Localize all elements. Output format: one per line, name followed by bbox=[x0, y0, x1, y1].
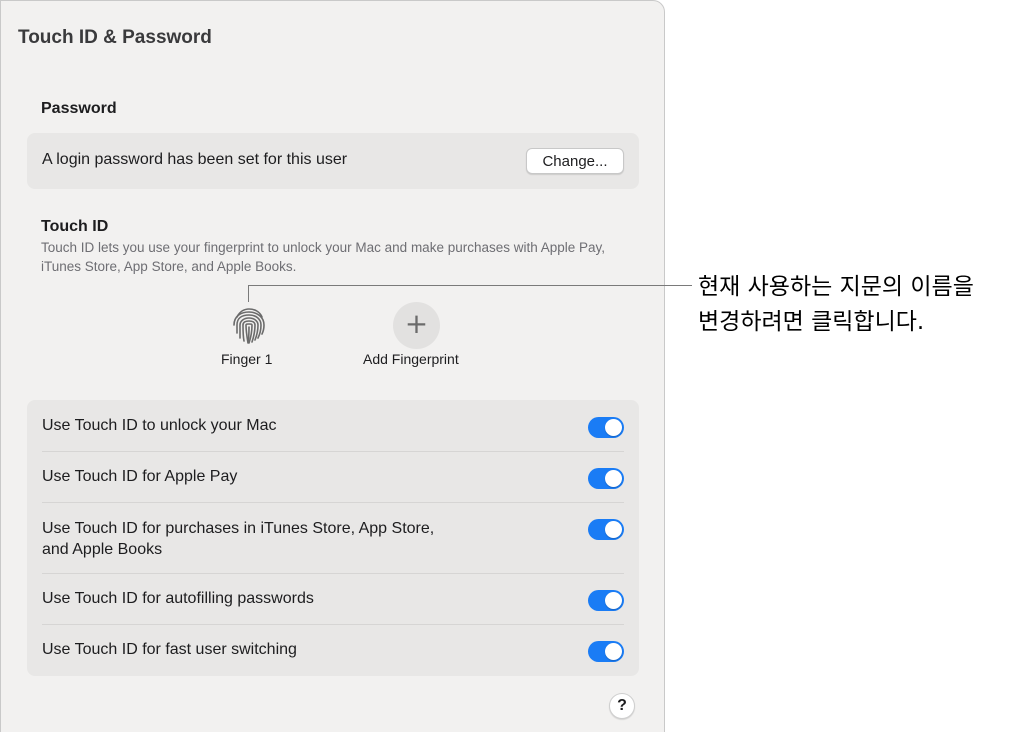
touch-id-heading: Touch ID bbox=[41, 218, 109, 235]
apple-pay-toggle[interactable] bbox=[588, 468, 624, 489]
option-row-unlock-mac: Use Touch ID to unlock your Mac bbox=[27, 400, 639, 451]
add-fingerprint-label[interactable]: Add Fingerprint bbox=[363, 351, 459, 367]
help-button[interactable]: ? bbox=[609, 693, 635, 719]
toggle-knob bbox=[605, 521, 622, 538]
user-switching-toggle[interactable] bbox=[588, 641, 624, 662]
settings-window: Touch ID & Password Password A login pas… bbox=[0, 0, 665, 732]
option-label: Use Touch ID for purchases in iTunes Sto… bbox=[42, 520, 435, 558]
toggle-knob bbox=[605, 470, 622, 487]
option-row-autofill: Use Touch ID for autofilling passwords bbox=[27, 573, 639, 624]
plus-icon: + bbox=[404, 307, 429, 340]
callout-text: 현재 사용하는 지문의 이름을 변경하려면 클릭합니다. bbox=[698, 274, 974, 335]
autofill-toggle[interactable] bbox=[588, 590, 624, 611]
toggle-knob bbox=[605, 592, 622, 609]
change-password-button[interactable]: Change... bbox=[526, 148, 624, 174]
option-row-user-switching: Use Touch ID for fast user switching bbox=[27, 624, 639, 676]
option-row-purchases: Use Touch ID for purchases in iTunes Sto… bbox=[27, 502, 639, 573]
option-row-apple-pay: Use Touch ID for Apple Pay bbox=[27, 451, 639, 502]
purchases-toggle[interactable] bbox=[588, 519, 624, 540]
toggle-knob bbox=[605, 643, 622, 660]
touch-id-options-card: Use Touch ID to unlock your Mac Use Touc… bbox=[27, 400, 639, 676]
toggle-knob bbox=[605, 419, 622, 436]
callout-line-horizontal bbox=[248, 285, 692, 286]
add-fingerprint-button[interactable]: + bbox=[393, 302, 440, 349]
fingerprint-label[interactable]: Finger 1 bbox=[221, 351, 272, 367]
unlock-mac-toggle[interactable] bbox=[588, 417, 624, 438]
callout-line-vertical bbox=[248, 285, 249, 302]
password-status-text: A login password has been set for this u… bbox=[42, 151, 348, 168]
option-label: Use Touch ID to unlock your Mac bbox=[42, 417, 277, 434]
option-label: Use Touch ID for fast user switching bbox=[42, 641, 297, 658]
option-label: Use Touch ID for autofilling passwords bbox=[42, 590, 314, 607]
window-title: Touch ID & Password bbox=[18, 27, 212, 48]
password-card: A login password has been set for this u… bbox=[27, 133, 639, 189]
password-heading: Password bbox=[41, 100, 117, 117]
fingerprint-icon[interactable] bbox=[227, 303, 271, 347]
option-label: Use Touch ID for Apple Pay bbox=[42, 468, 238, 485]
touch-id-description: Touch ID lets you use your fingerprint t… bbox=[41, 240, 606, 274]
